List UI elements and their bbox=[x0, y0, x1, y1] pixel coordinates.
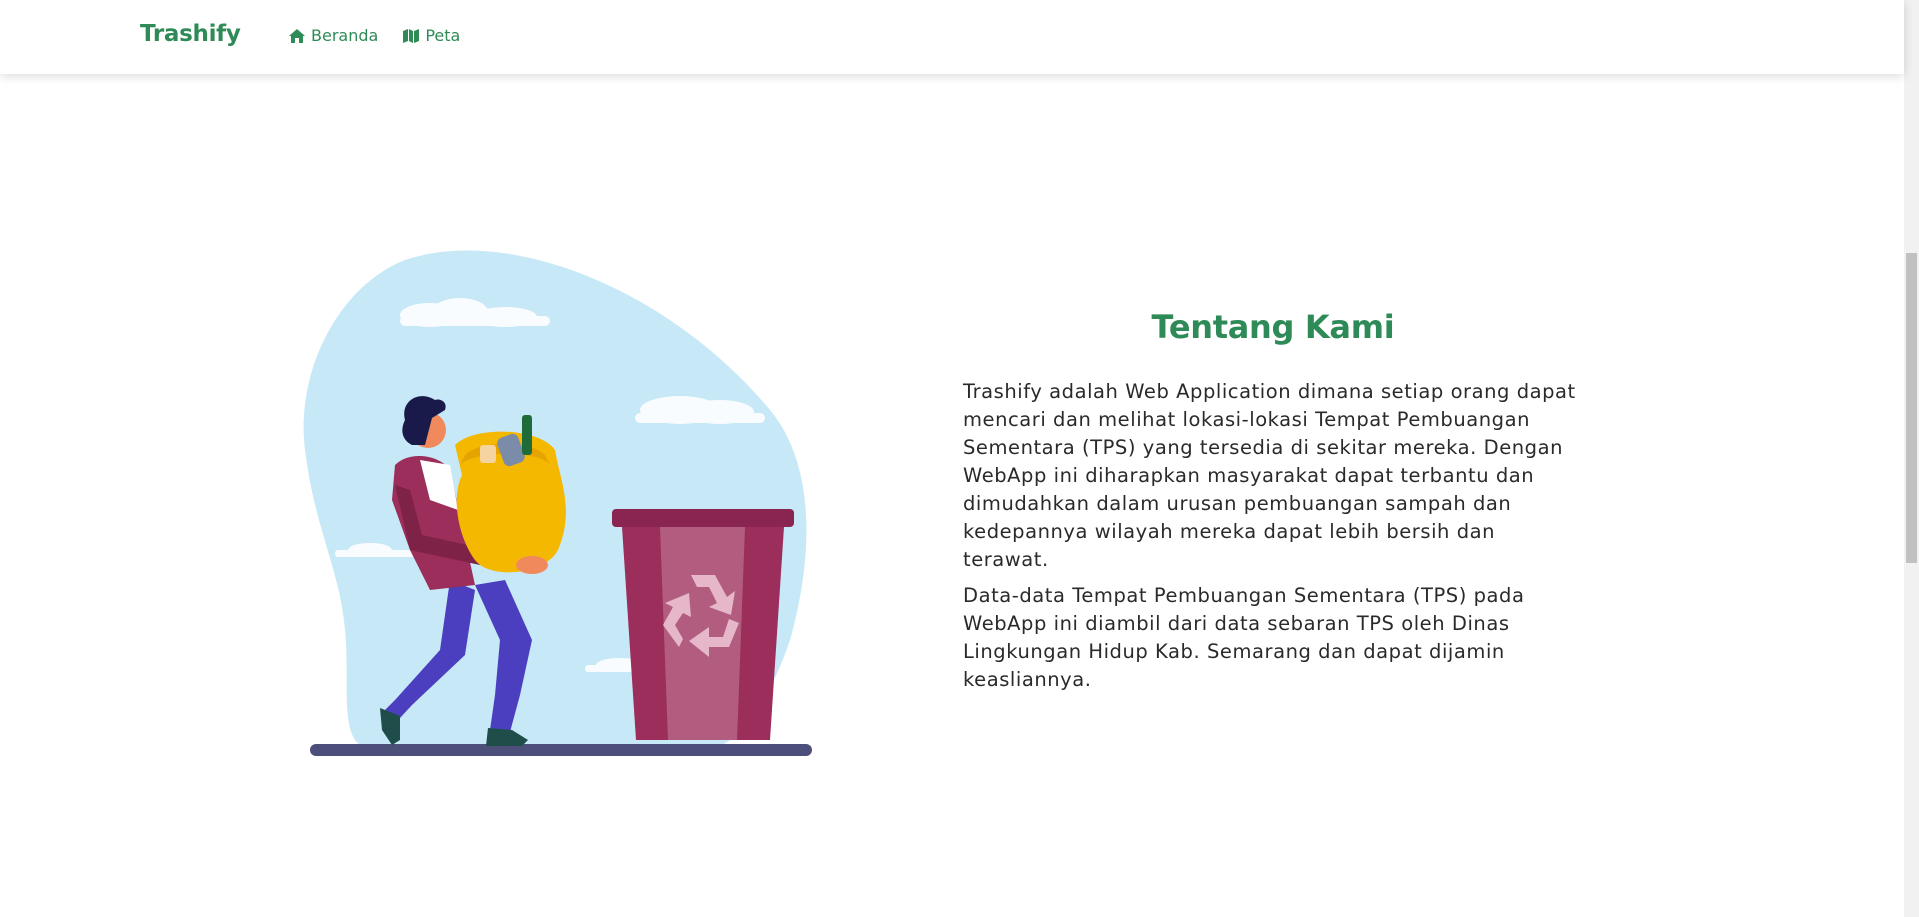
trash-bin bbox=[612, 509, 794, 740]
nav-links: Beranda Peta bbox=[288, 26, 460, 45]
home-icon bbox=[288, 28, 306, 44]
about-paragraph-2: Data-data Tempat Pembuangan Sementara (T… bbox=[963, 584, 1525, 691]
about-title: Tentang Kami bbox=[1151, 308, 1395, 346]
map-icon bbox=[402, 28, 420, 44]
about-section: Tentang Kami Trashify adalah Web Applica… bbox=[963, 308, 1583, 702]
nav-link-label: Beranda bbox=[311, 26, 379, 45]
navbar: Trashify Beranda Peta bbox=[0, 0, 1904, 74]
nav-link-label: Peta bbox=[425, 26, 461, 45]
nav-link-beranda[interactable]: Beranda bbox=[288, 26, 378, 45]
scrollbar-thumb[interactable] bbox=[1906, 253, 1917, 563]
brand-logo[interactable]: Trashify bbox=[140, 21, 241, 47]
nav-link-peta[interactable]: Peta bbox=[402, 26, 460, 45]
ground-bar bbox=[310, 744, 812, 756]
page: Trashify Beranda Peta Tentang Kami Trash… bbox=[0, 0, 1919, 917]
scrollbar-track[interactable] bbox=[1904, 0, 1919, 917]
about-paragraph-1: Trashify adalah Web Application dimana s… bbox=[963, 380, 1576, 571]
recycling-illustration bbox=[300, 250, 820, 770]
